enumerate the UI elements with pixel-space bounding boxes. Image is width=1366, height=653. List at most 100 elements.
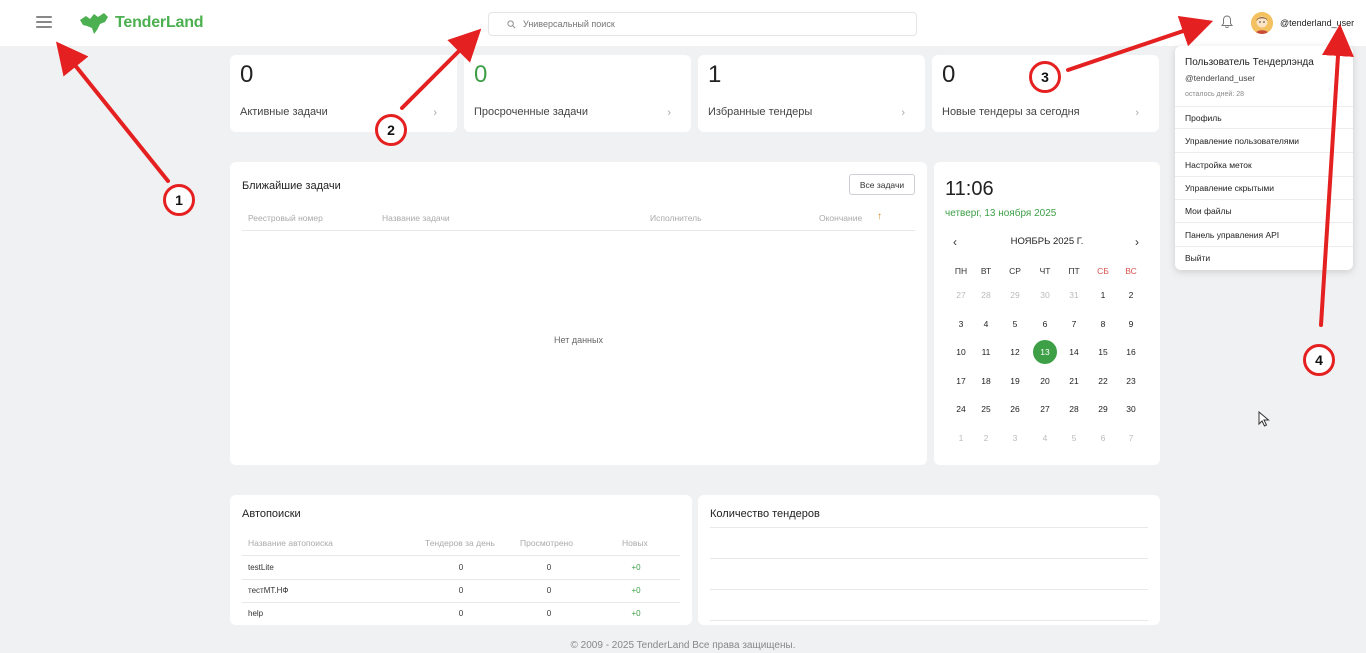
tender-count-title: Количество тендеров (710, 508, 820, 520)
weekday-label: ПТ (1068, 266, 1080, 276)
chevron-right-icon: › (1135, 107, 1139, 119)
logo[interactable]: TenderLand (78, 10, 204, 36)
calendar-day[interactable]: 29 (1003, 283, 1027, 307)
column-header-autosearch-name: Название автопоиска (248, 538, 333, 548)
calendar-day[interactable]: 1 (949, 426, 973, 450)
annotation-badge-2: 2 (375, 114, 407, 146)
calendar-panel: 11:06 четверг, 13 ноября 2025 ‹ НОЯБРЬ 2… (934, 162, 1160, 465)
calendar-day[interactable]: 4 (1033, 426, 1057, 450)
user-full-name: Пользователь Тендерлэнда (1185, 57, 1314, 68)
column-header-viewed: Просмотрено (520, 538, 573, 548)
column-header-registry[interactable]: Реестровый номер (248, 213, 323, 223)
autosearch-panel: Автопоиски Название автопоиска Тендеров … (230, 495, 692, 625)
calendar-day[interactable]: 19 (1003, 369, 1027, 393)
stat-label: Новые тендеры за сегодня (942, 106, 1080, 118)
sort-arrow-icon[interactable]: ↑ (877, 211, 882, 222)
menu-icon[interactable] (36, 16, 52, 28)
calendar-day[interactable]: 3 (949, 312, 973, 336)
search-box[interactable] (488, 12, 917, 36)
tender-count-panel: Количество тендеров (698, 495, 1160, 625)
menu-divider (1175, 222, 1353, 223)
stat-card-favorite-tenders[interactable]: 1 Избранные тендеры › (698, 55, 925, 132)
calendar-day[interactable]: 11 (974, 340, 998, 364)
calendar-day[interactable]: 8 (1091, 312, 1115, 336)
avatar[interactable] (1251, 12, 1273, 34)
menu-divider (1175, 128, 1353, 129)
calendar-day[interactable]: 22 (1091, 369, 1115, 393)
calendar-day[interactable]: 1 (1091, 283, 1115, 307)
annotation-badge-3: 3 (1029, 61, 1061, 93)
menu-item-user-management[interactable]: Управление пользователями (1185, 136, 1299, 146)
table-row-divider (242, 579, 680, 580)
calendar-day[interactable]: 3 (1003, 426, 1027, 450)
empty-state: Нет данных (554, 335, 603, 345)
autosearch-viewed: 0 (546, 563, 552, 572)
calendar-day[interactable]: 14 (1062, 340, 1086, 364)
autosearch-new: +0 (631, 609, 641, 618)
menu-item-profile[interactable]: Профиль (1185, 113, 1222, 123)
calendar-day[interactable]: 2 (1119, 283, 1143, 307)
calendar-day[interactable]: 16 (1119, 340, 1143, 364)
calendar-day[interactable]: 28 (974, 283, 998, 307)
calendar-day[interactable]: 26 (1003, 397, 1027, 421)
calendar-day[interactable]: 20 (1033, 369, 1057, 393)
bell-icon[interactable] (1221, 15, 1233, 29)
column-header-new: Новых (622, 538, 648, 548)
calendar-day[interactable]: 21 (1062, 369, 1086, 393)
weekday-label: ПН (954, 266, 968, 276)
calendar-day[interactable]: 6 (1033, 312, 1057, 336)
calendar-day[interactable]: 9 (1119, 312, 1143, 336)
stat-card-active-tasks[interactable]: 0 Активные задачи › (230, 55, 457, 132)
menu-divider (1175, 152, 1353, 153)
stat-card-overdue-tasks[interactable]: 0 Просроченные задачи › (464, 55, 691, 132)
calendar-day[interactable]: 30 (1033, 283, 1057, 307)
calendar-day[interactable]: 31 (1062, 283, 1086, 307)
menu-item-logout[interactable]: Выйти (1185, 253, 1210, 263)
calendar-day[interactable]: 17 (949, 369, 973, 393)
calendar-day[interactable]: 30 (1119, 397, 1143, 421)
menu-item-hidden[interactable]: Управление скрытыми (1185, 183, 1274, 193)
calendar-day[interactable]: 7 (1062, 312, 1086, 336)
column-header-per-day: Тендеров за день (425, 538, 495, 548)
search-input[interactable] (523, 19, 903, 29)
days-left: осталось дней: 28 (1185, 91, 1244, 98)
calendar-day[interactable]: 27 (1033, 397, 1057, 421)
calendar-day[interactable]: 24 (949, 397, 973, 421)
calendar-day[interactable]: 15 (1091, 340, 1115, 364)
column-header-deadline[interactable]: Окончание (819, 213, 862, 223)
calendar-day-today[interactable]: 13 (1033, 340, 1057, 364)
column-header-executor[interactable]: Исполнитель (650, 213, 702, 223)
calendar-day[interactable]: 2 (974, 426, 998, 450)
logo-icon (80, 13, 108, 34)
autosearch-name[interactable]: help (248, 609, 263, 618)
autosearch-new: +0 (631, 563, 641, 572)
weekday-label: ЧТ (1039, 266, 1051, 276)
menu-divider (1175, 106, 1353, 107)
calendar-day[interactable]: 5 (1003, 312, 1027, 336)
column-header-task-name[interactable]: Название задачи (382, 213, 450, 223)
menu-item-labels[interactable]: Настройка меток (1185, 160, 1252, 170)
calendar-day[interactable]: 25 (974, 397, 998, 421)
calendar-day[interactable]: 23 (1119, 369, 1143, 393)
calendar-day[interactable]: 18 (974, 369, 998, 393)
menu-divider (1175, 176, 1353, 177)
calendar-day[interactable]: 27 (949, 283, 973, 307)
calendar-day[interactable]: 5 (1062, 426, 1086, 450)
next-month-button[interactable]: › (1135, 235, 1139, 249)
menu-item-my-files[interactable]: Мои файлы (1185, 206, 1232, 216)
calendar-day[interactable]: 6 (1091, 426, 1115, 450)
calendar-day[interactable]: 29 (1091, 397, 1115, 421)
autosearch-name[interactable]: тестMT.НФ (248, 586, 288, 595)
calendar-day[interactable]: 10 (949, 340, 973, 364)
mouse-cursor-icon (1258, 411, 1270, 427)
calendar-day[interactable]: 4 (974, 312, 998, 336)
calendar-day[interactable]: 28 (1062, 397, 1086, 421)
username-label[interactable]: @tenderland_user (1280, 18, 1354, 28)
all-tasks-button[interactable]: Все задачи (849, 174, 915, 195)
calendar-day[interactable]: 7 (1119, 426, 1143, 450)
autosearch-viewed: 0 (546, 609, 552, 618)
menu-item-api-panel[interactable]: Панель управления API (1185, 230, 1279, 240)
calendar-day[interactable]: 12 (1003, 340, 1027, 364)
autosearch-title: Автопоиски (242, 508, 301, 520)
autosearch-name[interactable]: testLite (248, 563, 274, 572)
